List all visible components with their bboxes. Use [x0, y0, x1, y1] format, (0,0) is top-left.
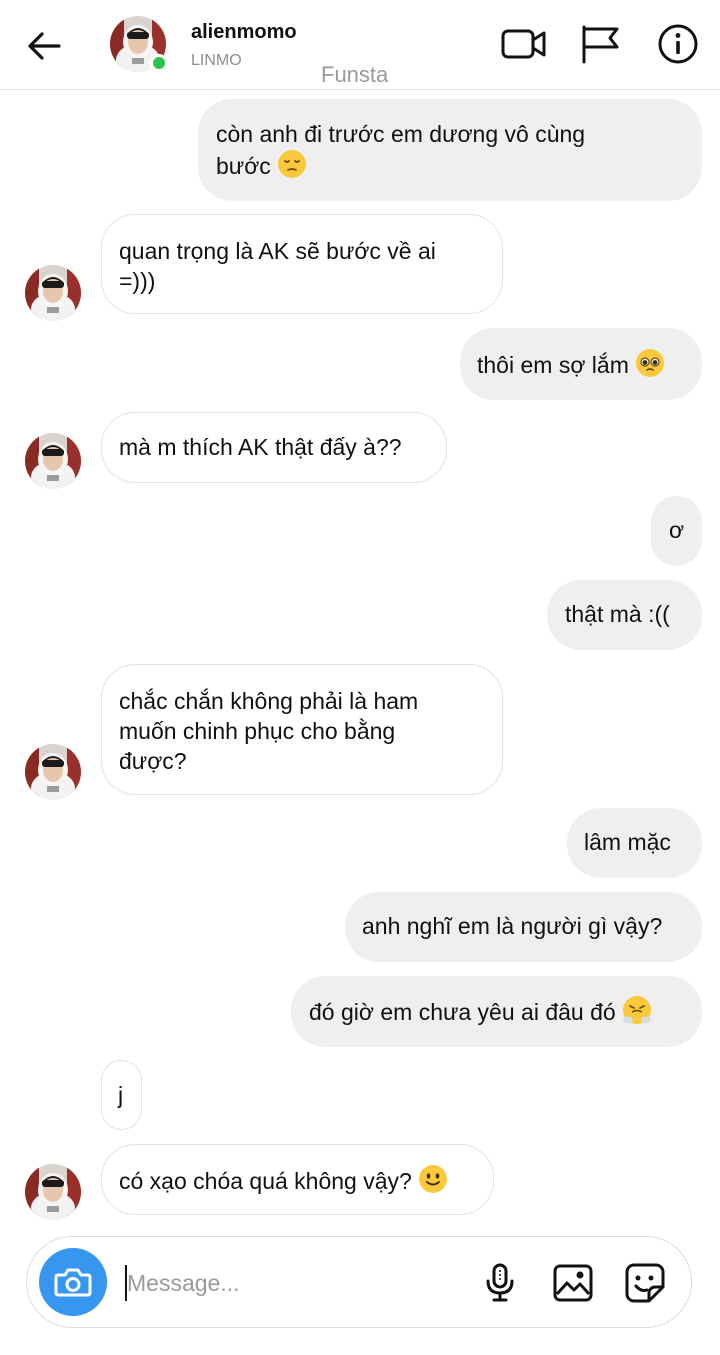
pleading-face-icon: [635, 348, 665, 385]
message-bubble-outgoing[interactable]: còn anh đi trước em dương vô cùng bước: [198, 99, 702, 201]
message-bubble-outgoing[interactable]: đó giờ em chưa yêu ai đâu đó: [291, 976, 702, 1047]
message-text: đó giờ em chưa yêu ai đâu đó: [309, 995, 685, 1032]
message-bubble-incoming[interactable]: mà m thích AK thật đấy à??: [101, 412, 447, 483]
gallery-button[interactable]: [551, 1261, 595, 1305]
message-text: còn anh đi trước em dương vô cùng bước: [216, 119, 684, 186]
message-text: có xạo chóa quá không vậy?: [119, 1164, 476, 1201]
message-composer: [26, 1236, 692, 1328]
message-bubble-outgoing[interactable]: thật mà :((: [547, 580, 702, 650]
camera-button[interactable]: [39, 1248, 107, 1316]
contact-subtitle: LINMO: [191, 52, 242, 69]
face-with-steam-from-nose-icon: [622, 995, 652, 1032]
message-bubble-outgoing[interactable]: thôi em sợ lắm: [460, 328, 702, 400]
message-text: thật mà :((: [565, 601, 670, 627]
message-text: lâm mặc: [584, 829, 671, 855]
flag-icon: [582, 25, 619, 64]
message-bubble-incoming[interactable]: có xạo chóa quá không vậy?: [101, 1144, 494, 1215]
account-tag: Funsta: [321, 62, 389, 87]
sticker-icon: [625, 1263, 665, 1303]
sender-avatar[interactable]: [25, 265, 81, 321]
video-call-icon: [501, 29, 546, 59]
message-text: chắc chắn không phải là ham muốn chinh ph…: [119, 688, 419, 774]
gallery-icon: [553, 1264, 593, 1302]
contact-avatar[interactable]: [110, 16, 168, 72]
back-arrow-icon: [28, 32, 61, 60]
message-bubble-outgoing[interactable]: anh nghĩ em là người gì vậy?: [345, 892, 702, 962]
pensive-face-icon: [277, 149, 307, 186]
info-button[interactable]: [654, 22, 702, 66]
video-call-button[interactable]: [500, 22, 548, 66]
message-text: quan trọng là AK sẽ bước về ai =))): [119, 238, 436, 294]
microphone-icon: [486, 1263, 514, 1302]
report-button[interactable]: [576, 22, 624, 66]
message-text: mà m thích AK thật đấy à??: [119, 434, 402, 460]
message-bubble-outgoing[interactable]: ơ: [651, 496, 702, 566]
back-button[interactable]: [24, 26, 64, 66]
sticker-button[interactable]: [623, 1261, 667, 1305]
message-bubble-outgoing[interactable]: lâm mặc: [567, 808, 702, 878]
voice-message-button[interactable]: [478, 1261, 522, 1305]
slightly-smiling-face-icon: [418, 1164, 448, 1201]
message-text: thôi em sợ lắm: [477, 348, 685, 385]
message-text: ơ: [669, 517, 685, 543]
message-text: j: [118, 1082, 124, 1108]
camera-icon: [54, 1268, 92, 1297]
message-text: anh nghĩ em là người gì vậy?: [362, 913, 663, 939]
message-bubble-incoming[interactable]: j: [101, 1060, 142, 1130]
contact-username[interactable]: alienmomo: [191, 21, 297, 44]
chat-header: alienmomo LINMO Funsta: [0, 0, 720, 90]
message-bubble-incoming[interactable]: chắc chắn không phải là ham muốn chinh ph…: [101, 664, 503, 795]
info-icon: [658, 24, 698, 64]
sender-avatar[interactable]: [25, 433, 81, 489]
sender-avatar[interactable]: [25, 744, 81, 800]
message-bubble-incoming[interactable]: quan trọng là AK sẽ bước về ai =))): [101, 214, 503, 314]
sender-avatar[interactable]: [25, 1164, 81, 1220]
message-input[interactable]: [127, 1261, 457, 1305]
online-status-dot: [150, 54, 168, 72]
